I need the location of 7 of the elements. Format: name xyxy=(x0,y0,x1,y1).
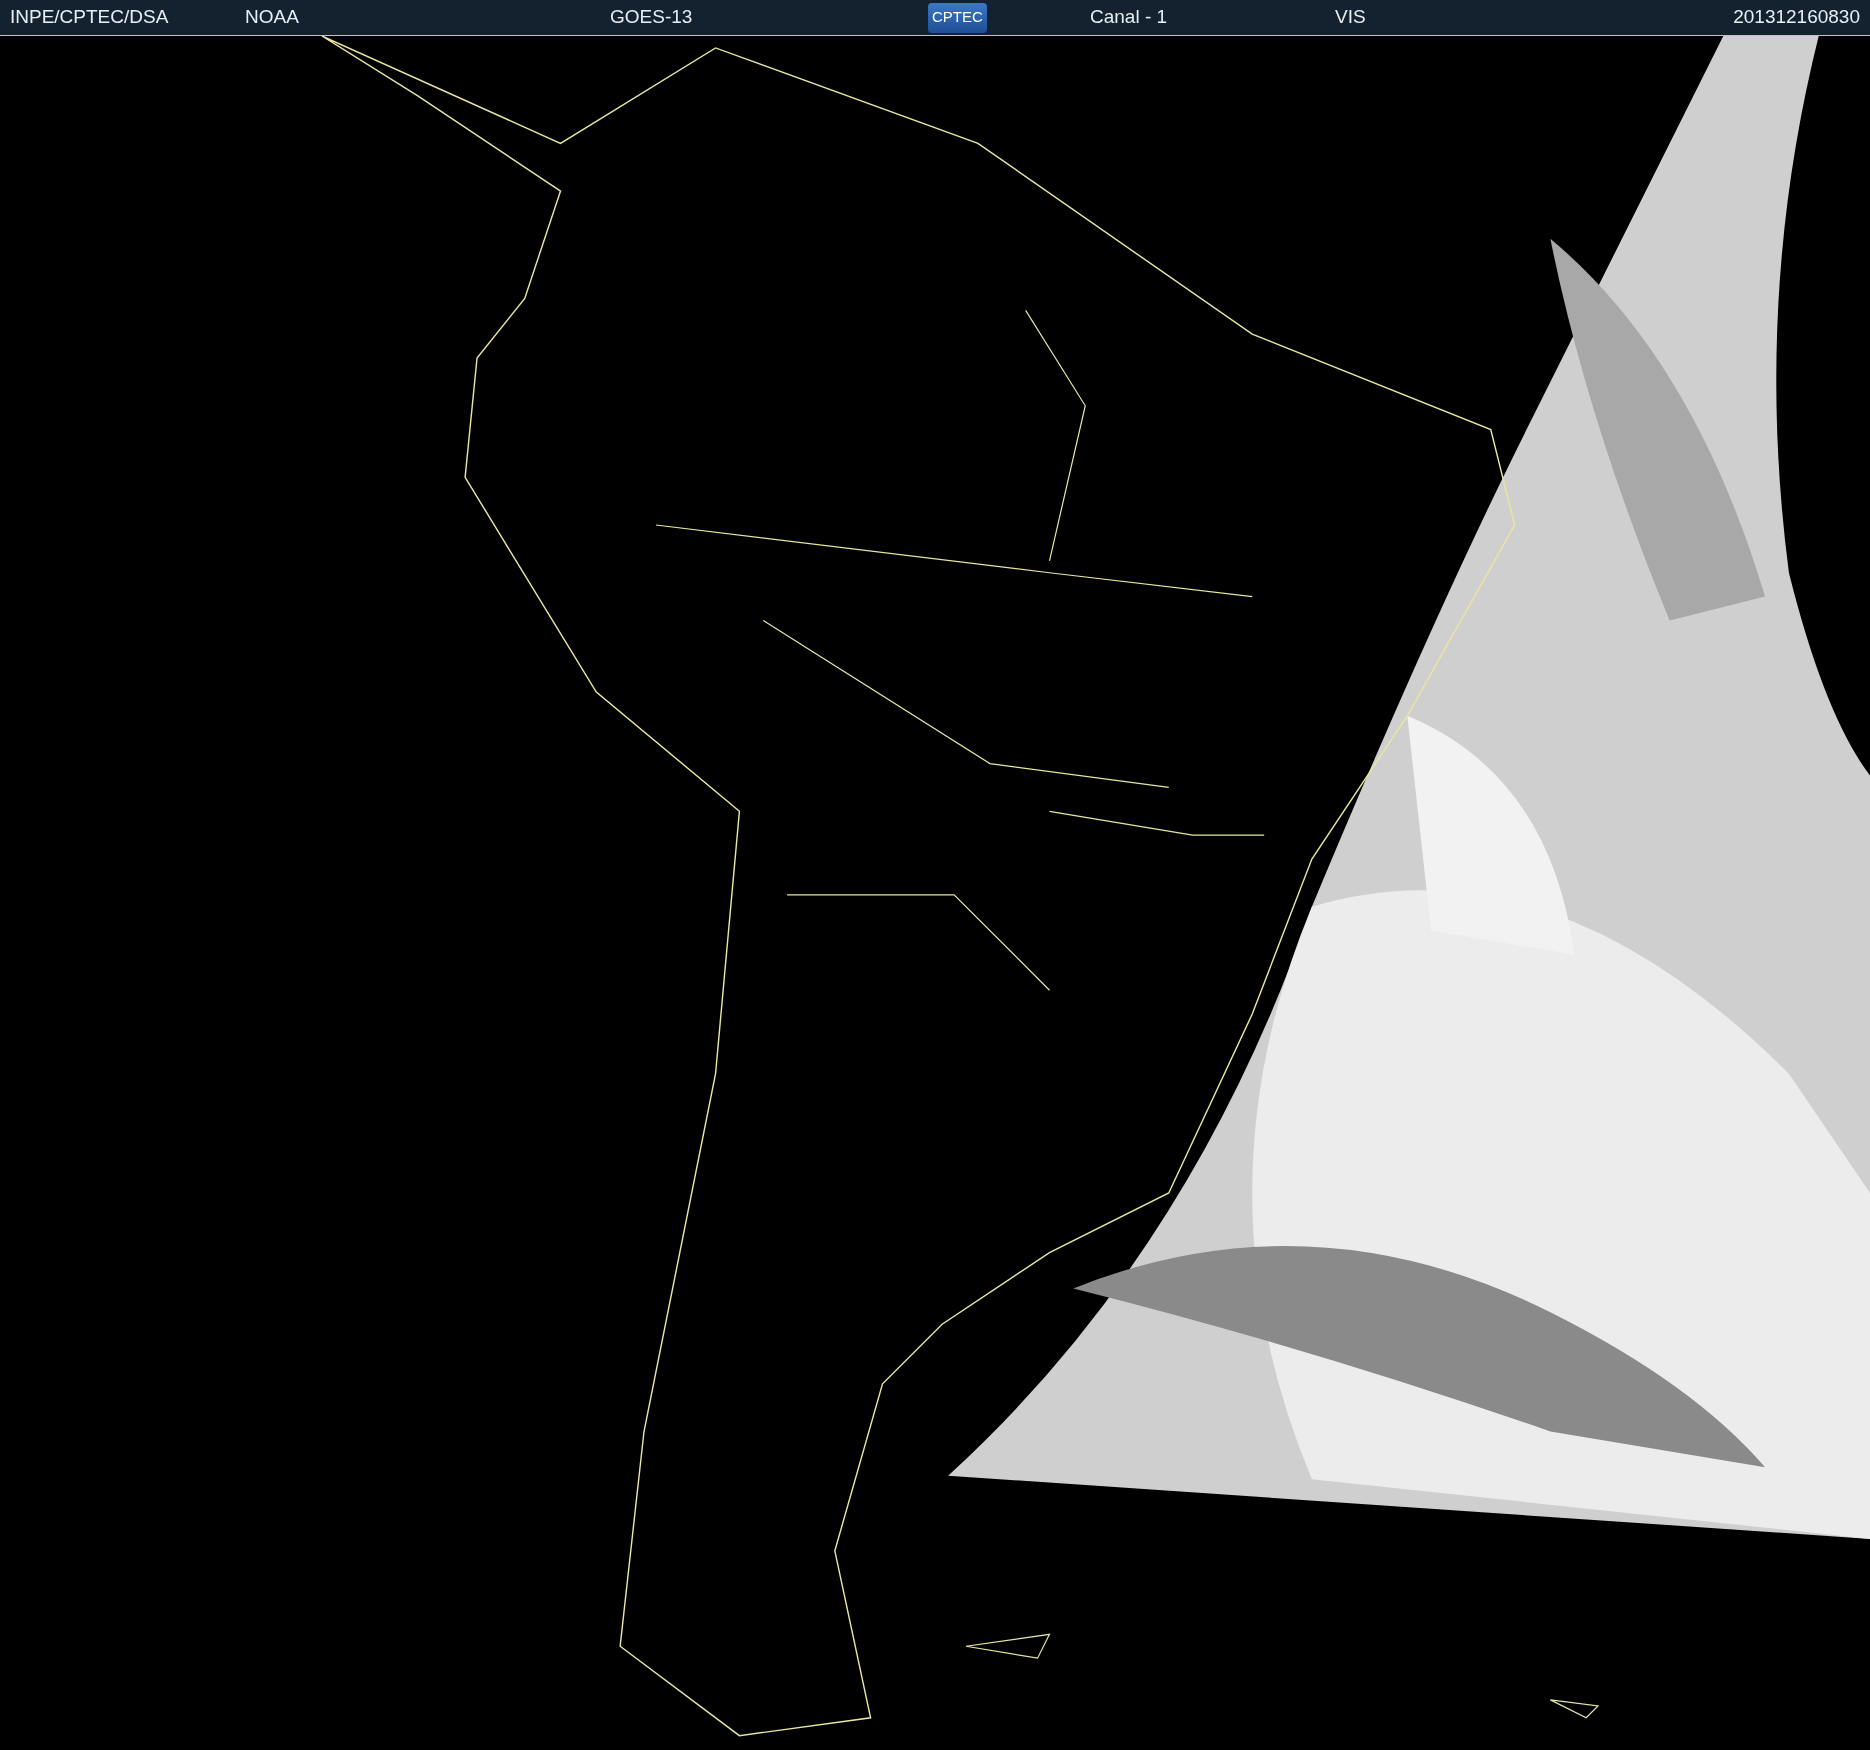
header-label: 201312160830 xyxy=(1733,5,1860,30)
logo-badge: CPTEC xyxy=(928,2,987,33)
header-label: GOES-13 xyxy=(610,5,693,30)
header-label: VIS xyxy=(1335,5,1366,30)
header-label: Canal - 1 xyxy=(1090,5,1168,30)
header-label: NOAA xyxy=(245,5,299,30)
header-label: INPE/CPTEC/DSA xyxy=(10,5,169,30)
